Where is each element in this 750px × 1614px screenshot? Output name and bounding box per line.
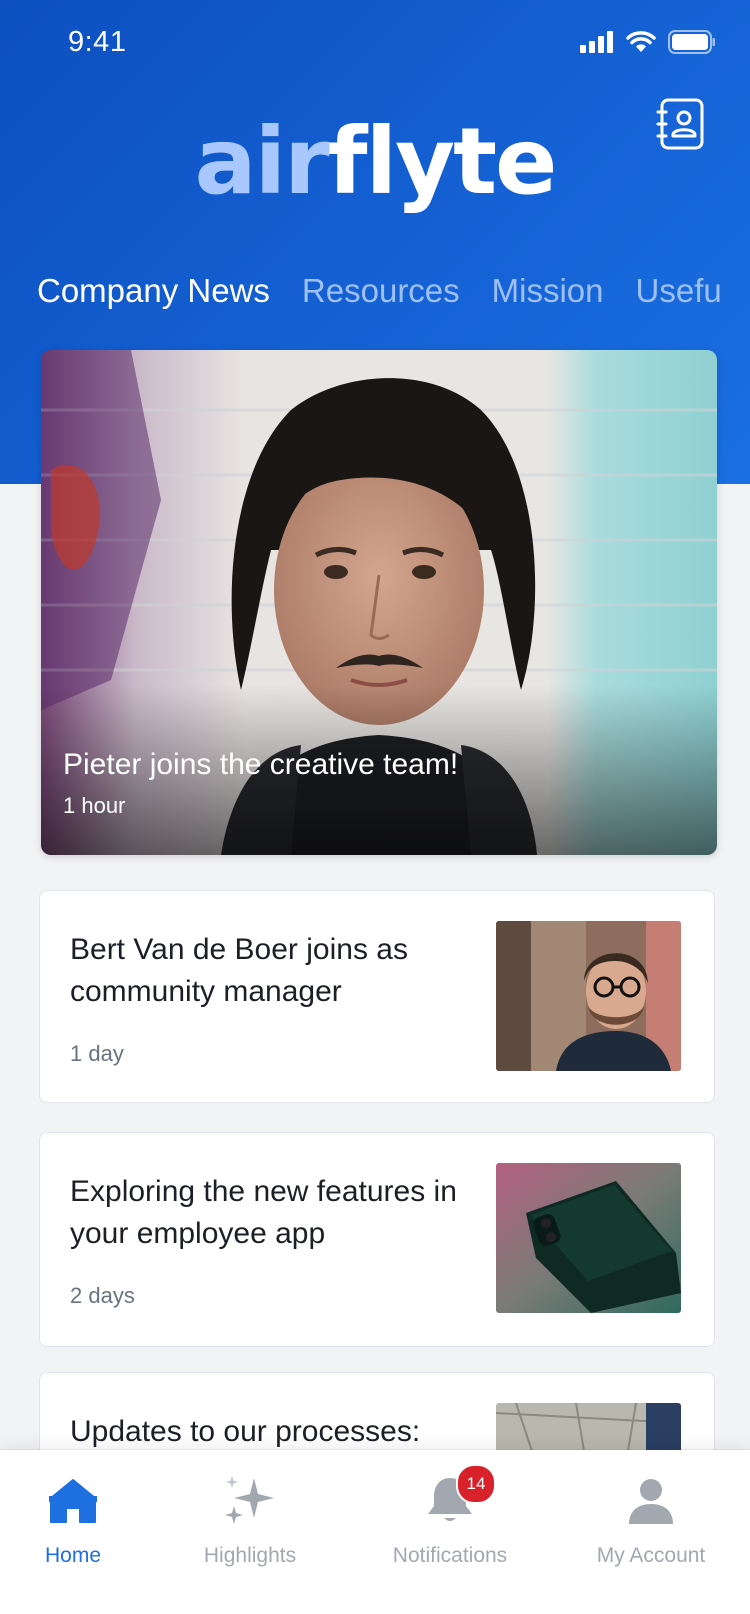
- logo-part1: air: [194, 108, 330, 215]
- article-thumbnail: [496, 1163, 681, 1313]
- status-icons: [580, 30, 716, 54]
- app-logo: airflyte: [0, 108, 750, 215]
- tab-mission[interactable]: Mission: [492, 272, 604, 310]
- article-thumbnail: [496, 921, 681, 1071]
- tab-useful[interactable]: Usefu: [636, 272, 722, 310]
- status-time: 9:41: [68, 26, 127, 58]
- sparkle-icon: [225, 1476, 274, 1524]
- article-time: 1 day: [70, 1041, 124, 1066]
- article-title: Updates to our processes:: [70, 1415, 421, 1448]
- category-tabs: Company News Resources Mission Usefu: [37, 272, 750, 310]
- tab-notifications-label: Notifications: [392, 1544, 508, 1567]
- bottom-tab-bar: Home Highlights 14 Notifications My Acco…: [0, 1450, 750, 1614]
- address-book-icon: [656, 98, 704, 150]
- tab-company-news[interactable]: Company News: [37, 272, 270, 310]
- status-bar: 9:41: [0, 0, 750, 90]
- wifi-icon: [626, 31, 656, 52]
- article-title: Exploring the new features in your emplo…: [70, 1175, 457, 1250]
- tab-my-account-label: My Account: [596, 1544, 706, 1567]
- tab-highlights-label: Highlights: [203, 1544, 297, 1567]
- tab-home-label: Home: [44, 1544, 102, 1567]
- signal-icon: [580, 31, 613, 53]
- article-card[interactable]: Bert Van de Boer joins as community mana…: [39, 890, 715, 1103]
- featured-article[interactable]: Pieter joins the creative team! 1 hour: [41, 350, 717, 855]
- battery-icon: [668, 30, 715, 54]
- tab-resources[interactable]: Resources: [302, 272, 460, 310]
- tab-my-account[interactable]: My Account: [556, 1450, 746, 1614]
- tab-home[interactable]: Home: [0, 1450, 168, 1614]
- article-card[interactable]: Exploring the new features in your emplo…: [39, 1132, 715, 1347]
- logo-part2: flyte: [327, 108, 558, 215]
- contacts-button[interactable]: [656, 98, 708, 150]
- user-icon: [629, 1479, 673, 1524]
- article-time: 2 days: [70, 1283, 135, 1308]
- home-icon: [49, 1479, 97, 1523]
- article-title: Bert Van de Boer joins as community mana…: [70, 933, 408, 1008]
- tab-notifications[interactable]: 14 Notifications: [355, 1450, 545, 1614]
- notifications-badge: 14: [456, 1464, 496, 1504]
- tab-highlights[interactable]: Highlights: [155, 1450, 345, 1614]
- featured-article-title: Pieter joins the creative team!: [63, 748, 459, 781]
- featured-article-time: 1 hour: [63, 793, 126, 818]
